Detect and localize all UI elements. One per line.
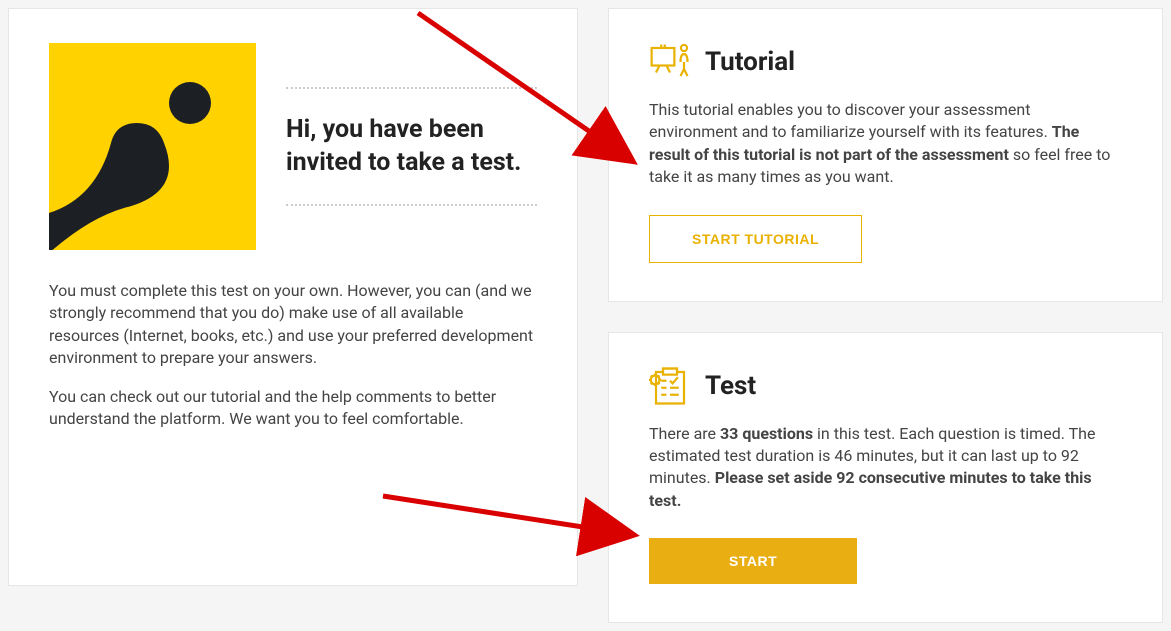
intro-text-1: You must complete this test on your own.… bbox=[49, 280, 537, 370]
test-description: There are 33 questions in this test. Eac… bbox=[649, 423, 1122, 513]
tutorial-card: Tutorial This tutorial enables you to di… bbox=[608, 8, 1163, 302]
start-test-button[interactable]: START bbox=[649, 538, 857, 584]
start-tutorial-button[interactable]: START TUTORIAL bbox=[649, 215, 862, 263]
divider-bottom bbox=[286, 204, 537, 206]
invitation-heading: Hi, you have been invited to take a test… bbox=[286, 89, 537, 204]
tutorial-title: Tutorial bbox=[705, 47, 795, 77]
test-card: Test There are 33 questions in this test… bbox=[608, 332, 1163, 624]
test-title: Test bbox=[705, 371, 756, 401]
invitation-card: Hi, you have been invited to take a test… bbox=[8, 8, 578, 586]
intro-text-2: You can check out our tutorial and the h… bbox=[49, 386, 537, 431]
tutorial-icon bbox=[649, 41, 691, 83]
tutorial-description: This tutorial enables you to discover yo… bbox=[649, 99, 1122, 189]
test-icon bbox=[649, 365, 691, 407]
company-logo bbox=[49, 43, 256, 250]
